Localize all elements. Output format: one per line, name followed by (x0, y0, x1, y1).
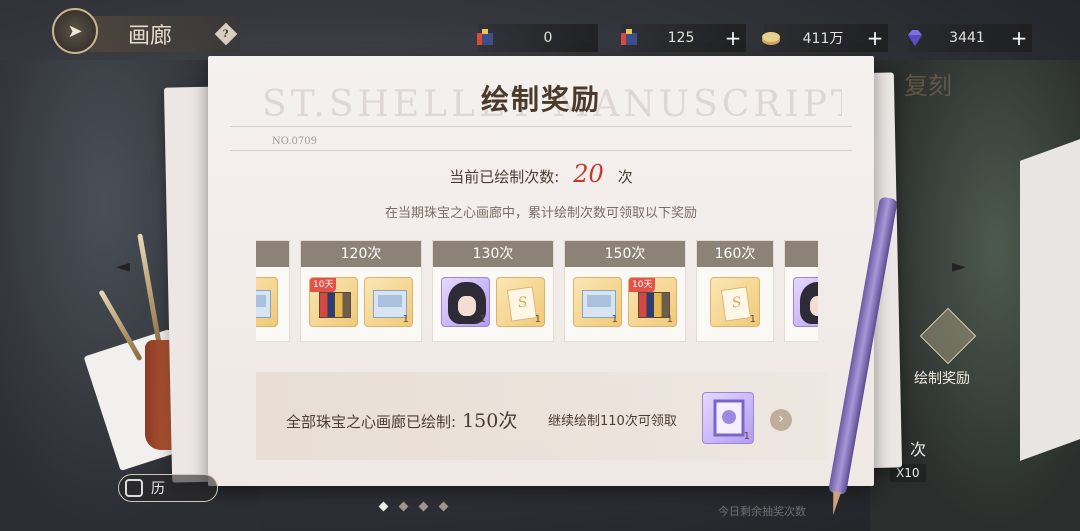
next-reward-arrow-button[interactable]: › (770, 409, 792, 431)
page-indicator (378, 501, 449, 512)
history-label: 历 (151, 481, 165, 497)
history-icon (125, 479, 143, 497)
reward-card-130[interactable]: 130次 1 1 (432, 240, 554, 342)
reward-card-header (256, 241, 289, 267)
duration-tag: 10天 (310, 278, 337, 292)
reward-card-header: 130次 (433, 241, 553, 267)
reward-card-160[interactable]: 160次 1 (696, 240, 774, 342)
resource-coin: 411万 + (762, 24, 888, 52)
history-button[interactable]: 历 (118, 474, 218, 502)
character-portrait-icon[interactable] (793, 277, 818, 327)
draw-reward-entry[interactable]: 绘制奖励 (912, 307, 982, 400)
reward-card-header: 150次 (565, 241, 685, 267)
page-title: 画廊 (128, 24, 173, 49)
draw-times-glyph: 次 (910, 440, 927, 459)
nav-left-arrow-icon[interactable]: ◄ (116, 256, 130, 277)
add-coin-button[interactable]: + (862, 26, 888, 50)
paint-ticket-icon (472, 26, 498, 50)
reward-track[interactable]: 120次 10天 1 130次 1 1 150次 1 10天1 160次 (256, 238, 818, 346)
paint-set-icon[interactable]: 10天 (309, 277, 358, 327)
draw-count-label: 当前已绘制次数: (449, 168, 560, 186)
gallery-title-bar: 画廊 ? (90, 16, 240, 52)
draw-reward-entry-label: 绘制奖励 (914, 371, 970, 387)
total-draw-value: 150次 (462, 410, 518, 432)
coin-count: 411万 (802, 31, 844, 47)
draw-count-line: 当前已绘制次数: 20 次 (208, 160, 874, 188)
back-emblem-button[interactable]: ➤ (52, 8, 98, 54)
draw-reward-panel: ST.SHELLEY MANUSCRIPT 绘制奖励 NO.0709 当前已绘制… (208, 56, 874, 486)
add-diamond-button[interactable]: + (1006, 26, 1032, 50)
book-icon[interactable] (256, 277, 278, 327)
reward-card-header: 120次 (301, 241, 421, 267)
draw-count-unit: 次 (617, 168, 633, 186)
paint-set-icon[interactable]: 10天 1 (628, 277, 677, 327)
divider-2 (230, 150, 852, 151)
page-dot[interactable] (378, 501, 389, 512)
paint-ticket-10-icon (616, 26, 642, 50)
next-reward-note: 继续绘制110次可领取 (548, 414, 677, 429)
diamond-icon (902, 26, 928, 50)
doc-number: NO.0709 (272, 136, 317, 147)
reward-card-header: 160次 (697, 241, 773, 267)
duration-tag: 10天 (629, 278, 656, 292)
resource-paint-ticket: 0 (477, 24, 598, 52)
paint-ticket-10-count: 125 (667, 30, 695, 46)
page-dot[interactable] (398, 501, 409, 512)
reward-subtitle: 在当期珠宝之心画廊中，累计绘制次数可领取以下奖励 (384, 206, 697, 221)
total-draw-strip: 全部珠宝之心画廊已绘制: 150次 继续绘制110次可领取 1 › (256, 372, 828, 460)
daily-draw-note: 今日剩余抽奖次数 (718, 505, 806, 518)
page-dot[interactable] (438, 501, 449, 512)
page-dot[interactable] (418, 501, 429, 512)
book-icon[interactable]: 1 (364, 277, 413, 327)
add-paint-ticket-10-button[interactable]: + (720, 26, 746, 50)
back-arrow-icon: ➤ (67, 20, 83, 42)
draw-count-value: 20 (573, 160, 604, 188)
total-draw-label: 全部珠宝之心画廊已绘制: (286, 413, 457, 431)
book-icon[interactable]: 1 (573, 277, 622, 327)
reward-card-header (785, 241, 818, 267)
paint-ticket-count: 0 (543, 30, 553, 46)
reward-frame-icon (919, 307, 977, 365)
diamond-count: 3441 (949, 30, 985, 46)
resource-paint-ticket-10: 125 + (621, 24, 746, 52)
frame-reward-icon[interactable]: 1 (702, 392, 754, 444)
help-icon[interactable]: ? (214, 22, 238, 46)
draw-ticket-icon[interactable]: 1 (496, 277, 545, 327)
character-portrait-icon[interactable]: 1 (441, 277, 490, 327)
panel-title: 绘制奖励 (480, 83, 601, 116)
top-bar: 画廊 ? ➤ 0 125 + 411万 + 3441 + (0, 0, 1080, 60)
background-paper-right (1020, 139, 1080, 461)
reward-card-partial-left[interactable] (256, 240, 290, 342)
divider-top (230, 126, 852, 127)
reward-card-150[interactable]: 150次 1 10天 1 (564, 240, 686, 342)
resource-diamond: 3441 + (908, 24, 1032, 52)
nav-right-arrow-icon[interactable]: ► (952, 256, 966, 277)
rerun-label[interactable]: 复刻 (904, 66, 952, 101)
reward-card-partial-right[interactable] (784, 240, 818, 342)
draw-ticket-icon[interactable]: 1 (710, 277, 760, 327)
total-draw-text: 全部珠宝之心画廊已绘制: 150次 (286, 406, 517, 433)
coin-icon (758, 26, 784, 50)
reward-card-120[interactable]: 120次 10天 1 (300, 240, 422, 342)
